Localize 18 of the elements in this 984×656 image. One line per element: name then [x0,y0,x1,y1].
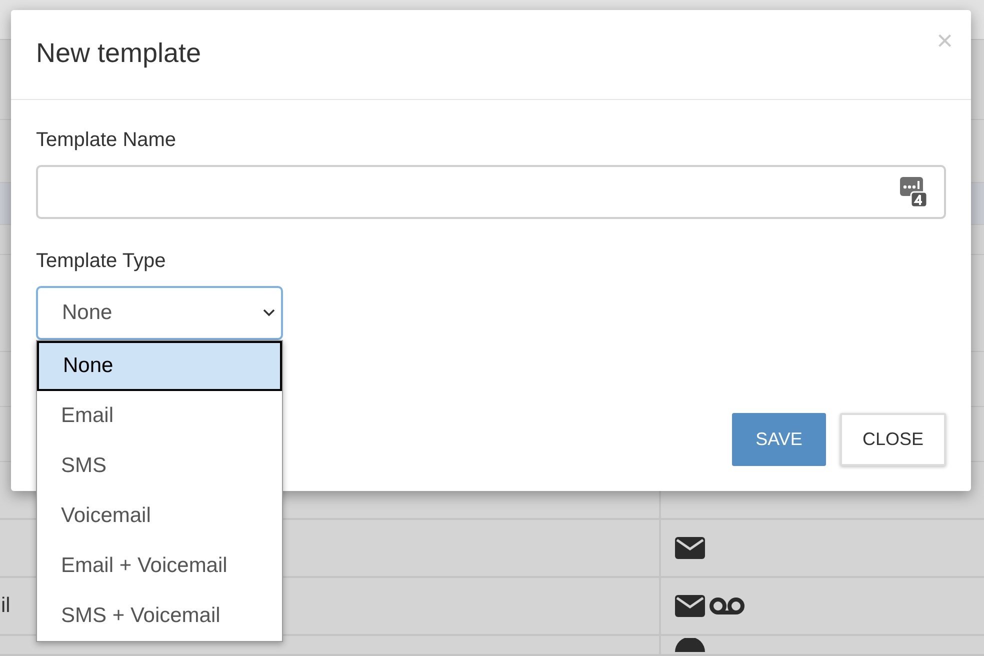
close-dialog-button[interactable]: CLOSE [840,413,946,466]
input-field[interactable] [36,165,946,219]
voicemail-icon [709,597,745,615]
field-label: Template Type [36,249,167,274]
password-manager-icon[interactable] [900,177,928,207]
dialog-title: New template [36,37,202,70]
dropdown-option[interactable]: Email [37,391,282,441]
dropdown-option[interactable]: SMS [37,441,282,491]
table-cell-text: il [0,593,10,620]
envelope-icon [675,595,705,617]
type-select[interactable]: None [36,286,283,340]
dropdown-option[interactable]: Voicemail [37,491,282,541]
dropdown-option[interactable]: Email + Voicemail [37,541,282,591]
envelope-icon [675,537,705,559]
dropdown-option[interactable]: None [37,341,282,391]
dropdown-option[interactable]: SMS + Voicemail [37,591,282,641]
field-label: Template Name [36,128,178,153]
chevron-down-icon [263,309,275,317]
